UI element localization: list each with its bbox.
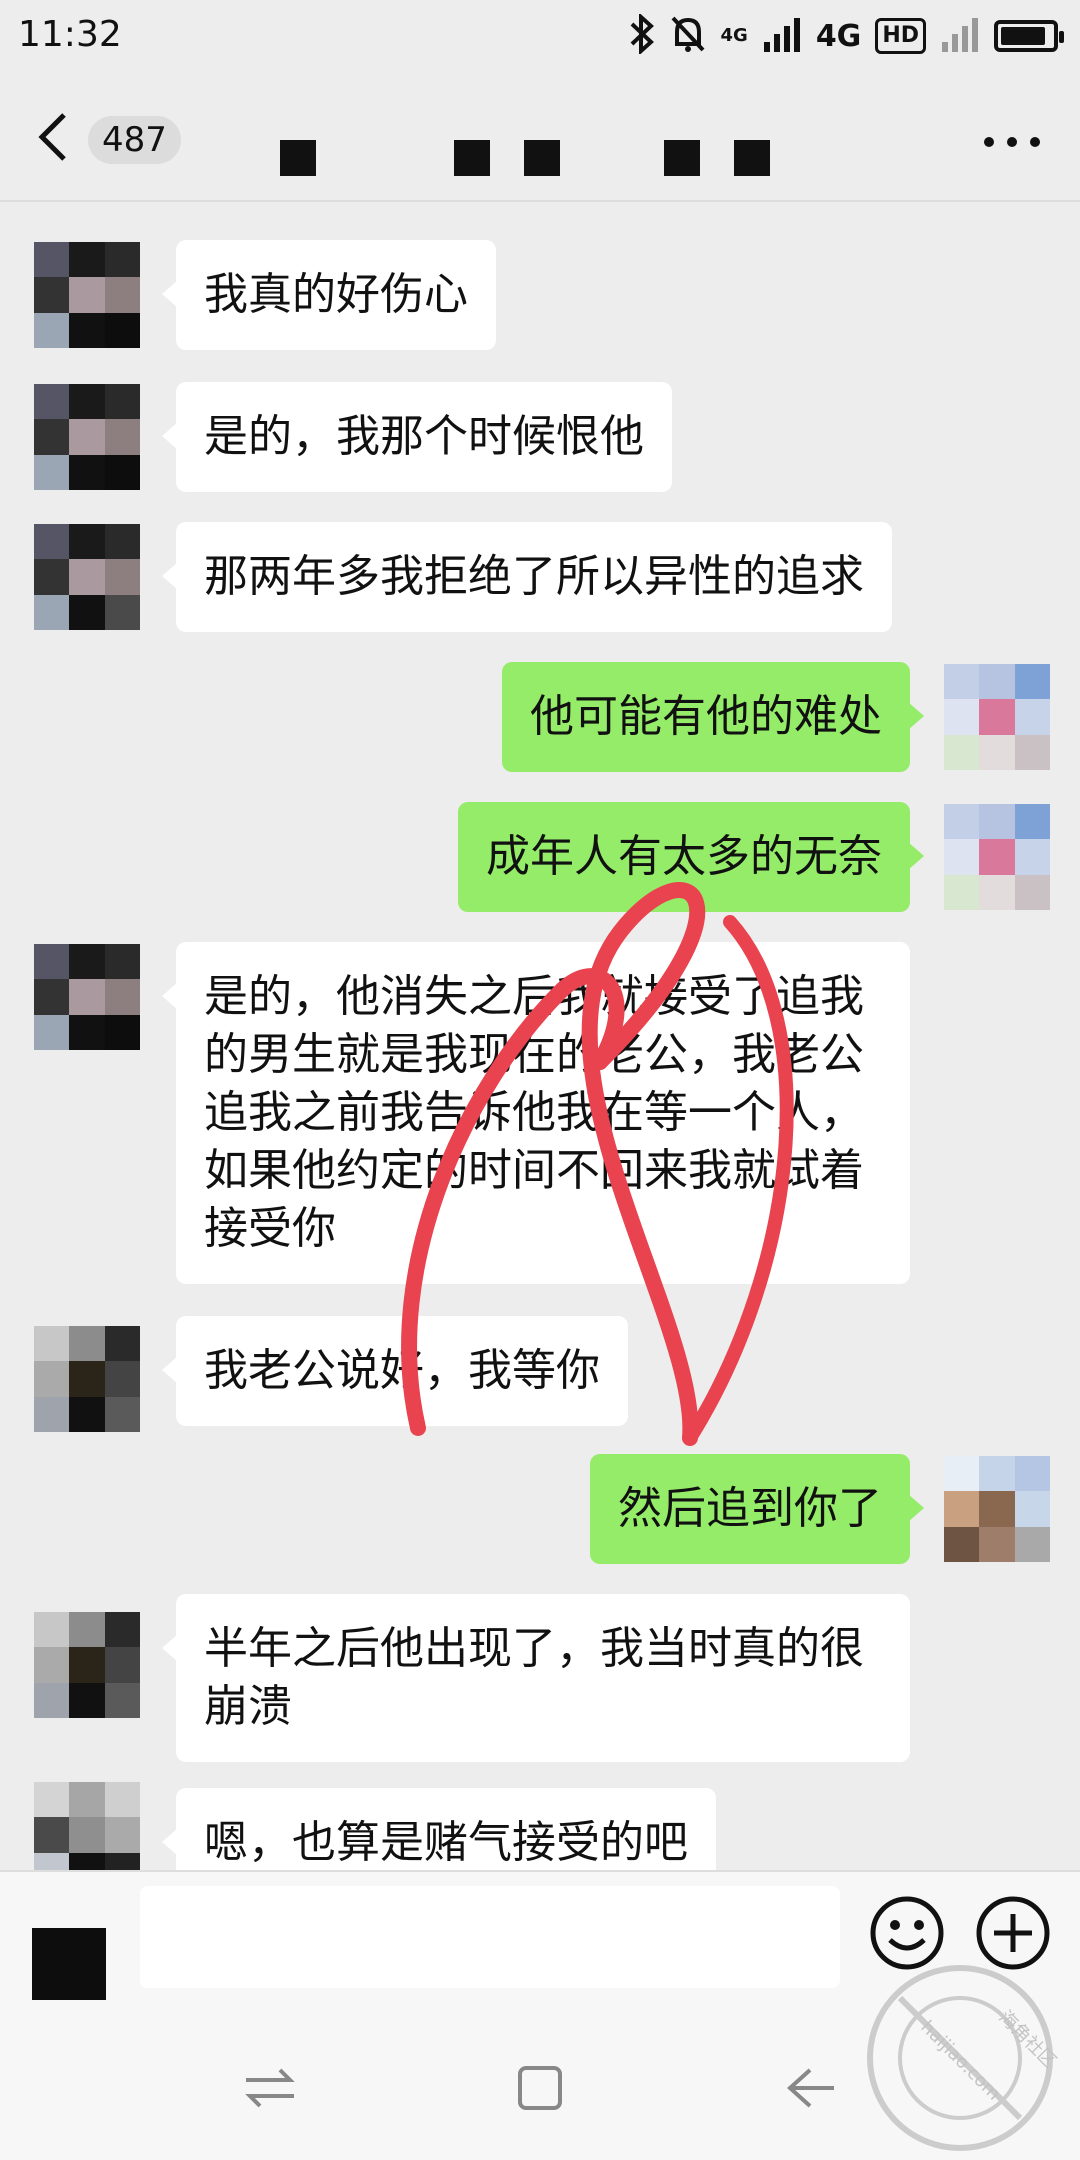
more-options-button[interactable] — [984, 122, 1040, 162]
dot — [1007, 137, 1017, 147]
message-bubble-left[interactable]: 半年之后他出现了，我当时真的很崩溃 — [162, 1594, 910, 1762]
hd-badge: HD — [875, 18, 926, 54]
message-bubble-right[interactable]: 成年人有太多的无奈 — [458, 802, 924, 912]
switch-arrows-icon — [245, 2068, 295, 2108]
recent-apps-button[interactable] — [240, 2058, 300, 2118]
message-bubble-left[interactable]: 嗯，也算是赌气接受的吧 — [162, 1788, 716, 1870]
back-nav-button[interactable] — [780, 2058, 840, 2118]
dot — [984, 137, 994, 147]
unread-count-badge[interactable]: 487 — [88, 116, 181, 164]
contact-avatar[interactable] — [34, 1612, 140, 1718]
message-bubble-left[interactable]: 是的，我那个时候恨他 — [162, 382, 672, 492]
status-bar: 11:32 4G 4G HD — [0, 0, 1080, 72]
contact-avatar[interactable] — [34, 384, 140, 490]
contact-avatar[interactable] — [34, 944, 140, 1050]
back-button[interactable] — [30, 107, 80, 167]
mute-icon — [669, 14, 707, 58]
redacted-title-block — [524, 140, 560, 176]
site-watermark: 海角社区 haijiao.com — [867, 1965, 1060, 2151]
home-button[interactable] — [510, 2058, 570, 2118]
signal-weak-icon — [940, 16, 980, 56]
message-bubble-left[interactable]: 是的，他消失之后我就接受了追我的男生就是我现在的老公，我老公追我之前我告诉他我在… — [162, 942, 910, 1284]
network-label: 4G — [815, 18, 862, 54]
back-arrow-icon — [787, 2068, 834, 2108]
chevron-left-icon — [38, 113, 66, 161]
contact-avatar[interactable] — [34, 1326, 140, 1432]
watermark-text-url: haijiao.com — [916, 2017, 1004, 2105]
redacted-title-block — [734, 140, 770, 176]
my-avatar[interactable] — [944, 664, 1050, 770]
message-bubble-left[interactable]: 我真的好伤心 — [162, 240, 496, 350]
contact-avatar[interactable] — [34, 524, 140, 630]
my-avatar-alt[interactable] — [944, 1456, 1050, 1562]
signal-icon — [762, 16, 802, 56]
contact-avatar[interactable] — [34, 1782, 140, 1870]
voice-input-button[interactable] — [32, 1928, 106, 2000]
my-avatar[interactable] — [944, 804, 1050, 910]
status-time: 11:32 — [18, 14, 122, 55]
home-square-icon — [518, 2066, 562, 2110]
redacted-title-block — [454, 140, 490, 176]
message-bubble-left[interactable]: 我老公说好，我等你 — [162, 1316, 628, 1426]
redacted-title-block — [664, 140, 700, 176]
message-bubble-right[interactable]: 然后追到你了 — [590, 1454, 924, 1564]
message-bubble-left[interactable]: 那两年多我拒绝了所以异性的追求 — [162, 522, 892, 632]
battery-icon — [994, 20, 1064, 52]
network-small-label: 4G — [720, 25, 748, 46]
chat-header: 487 — [0, 72, 1080, 202]
message-list[interactable]: 我真的好伤心 是的，我那个时候恨他 那两年多我拒绝了所以异性的追求 他可能有他的… — [0, 202, 1080, 1870]
message-bubble-right[interactable]: 他可能有他的难处 — [502, 662, 924, 772]
dot — [1030, 137, 1040, 147]
redacted-title-block — [280, 140, 316, 176]
status-icons: 4G 4G HD — [629, 12, 1064, 58]
message-input[interactable] — [140, 1886, 840, 1988]
contact-avatar[interactable] — [34, 242, 140, 348]
bluetooth-icon — [629, 12, 655, 58]
